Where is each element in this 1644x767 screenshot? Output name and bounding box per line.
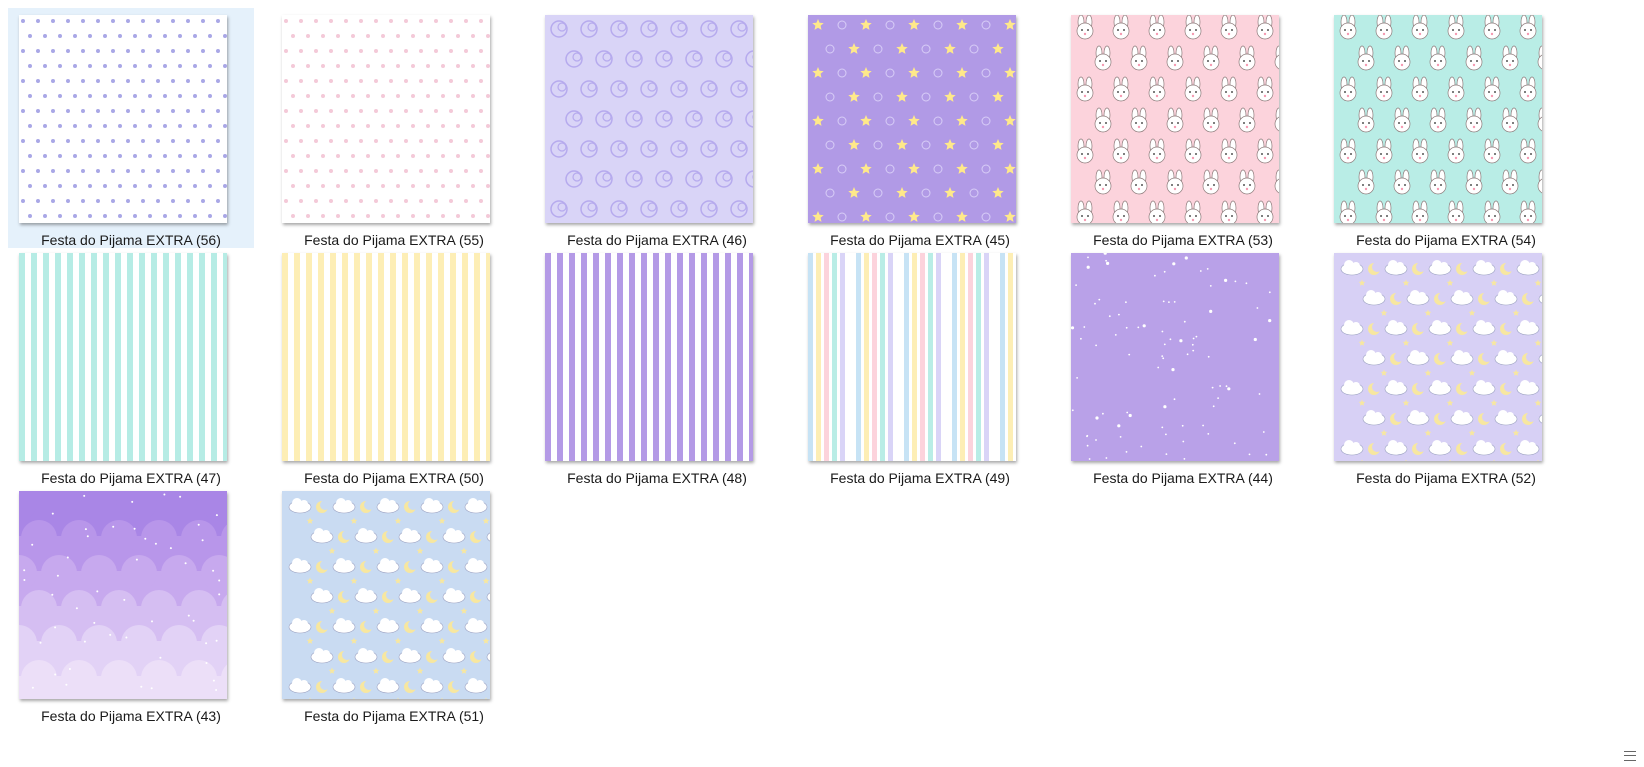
file-item[interactable]: Festa do Pijama EXTRA (46) (534, 8, 780, 248)
file-item[interactable]: Festa do Pijama EXTRA (52) (1323, 246, 1569, 486)
file-thumbnail[interactable] (282, 15, 490, 223)
pattern-preview-image (282, 15, 490, 223)
file-item[interactable]: Festa do Pijama EXTRA (54) (1323, 8, 1569, 248)
file-name-label: Festa do Pijama EXTRA (49) (830, 470, 1010, 486)
file-thumbnail[interactable] (282, 491, 490, 699)
file-thumbnail[interactable] (545, 15, 753, 223)
file-grid: Festa do Pijama EXTRA (56) Festa do Pijam… (0, 0, 1644, 767)
file-thumbnail[interactable] (1334, 253, 1542, 461)
file-thumbnail[interactable] (19, 491, 227, 699)
file-item[interactable]: Festa do Pijama EXTRA (55) (271, 8, 517, 248)
file-item[interactable]: Festa do Pijama EXTRA (45) (797, 8, 1043, 248)
pattern-preview-image (282, 491, 490, 699)
file-thumbnail[interactable] (19, 15, 227, 223)
pattern-preview-image (19, 253, 227, 461)
pattern-preview-image (1071, 253, 1279, 461)
file-thumbnail[interactable] (282, 253, 490, 461)
file-item[interactable]: Festa do Pijama EXTRA (53) (1060, 8, 1306, 248)
pattern-preview-image (808, 253, 1016, 461)
file-name-label: Festa do Pijama EXTRA (51) (304, 708, 484, 724)
pattern-preview-image (545, 15, 753, 223)
file-thumbnail[interactable] (808, 253, 1016, 461)
file-thumbnail[interactable] (545, 253, 753, 461)
file-thumbnail[interactable] (1071, 15, 1279, 223)
file-name-label: Festa do Pijama EXTRA (48) (567, 470, 747, 486)
file-item[interactable]: Festa do Pijama EXTRA (43) (8, 484, 254, 724)
pattern-preview-image (1071, 15, 1279, 223)
resize-grip-icon[interactable] (1624, 751, 1636, 761)
pattern-preview-image (1334, 253, 1542, 461)
file-thumbnail[interactable] (1334, 15, 1542, 223)
file-item[interactable]: Festa do Pijama EXTRA (49) (797, 246, 1043, 486)
pattern-preview-image (19, 15, 227, 223)
file-thumbnail[interactable] (19, 253, 227, 461)
pattern-preview-image (282, 253, 490, 461)
pattern-preview-image (1334, 15, 1542, 223)
pattern-preview-image (19, 491, 227, 699)
file-thumbnail[interactable] (1071, 253, 1279, 461)
file-item[interactable]: Festa do Pijama EXTRA (50) (271, 246, 517, 486)
file-thumbnail[interactable] (808, 15, 1016, 223)
file-name-label: Festa do Pijama EXTRA (44) (1093, 470, 1273, 486)
file-item[interactable]: Festa do Pijama EXTRA (56) (8, 8, 254, 248)
pattern-preview-image (808, 15, 1016, 223)
pattern-preview-image (545, 253, 753, 461)
file-item[interactable]: Festa do Pijama EXTRA (48) (534, 246, 780, 486)
file-item[interactable]: Festa do Pijama EXTRA (44) (1060, 246, 1306, 486)
file-item[interactable]: Festa do Pijama EXTRA (51) (271, 484, 517, 724)
file-name-label: Festa do Pijama EXTRA (43) (41, 708, 221, 724)
file-name-label: Festa do Pijama EXTRA (52) (1356, 470, 1536, 486)
file-item[interactable]: Festa do Pijama EXTRA (47) (8, 246, 254, 486)
